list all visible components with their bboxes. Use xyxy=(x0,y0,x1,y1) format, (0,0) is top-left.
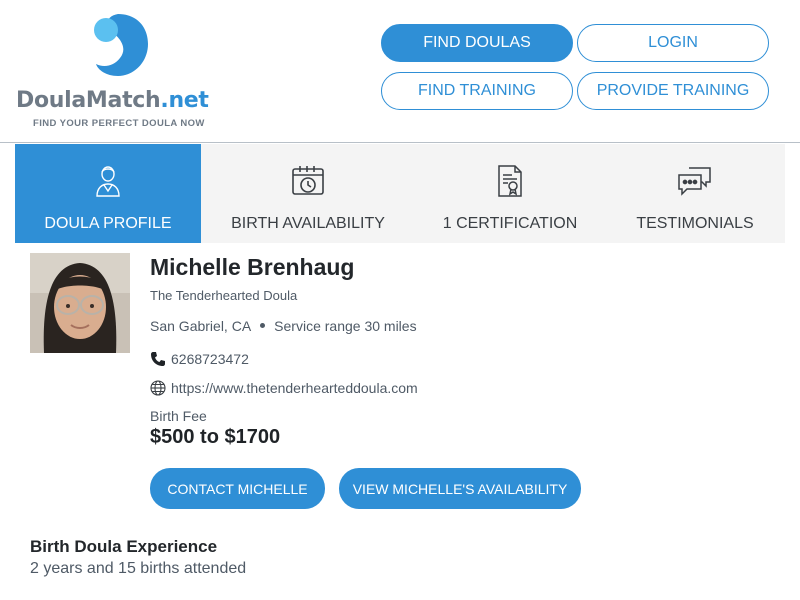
phone-icon xyxy=(150,351,166,367)
site-header: DoulaMatch.net FIND YOUR PERFECT DOULA N… xyxy=(0,0,800,143)
tab-doula-profile[interactable]: DOULA PROFILE xyxy=(15,144,201,243)
service-range-text: Service range 30 miles xyxy=(274,318,417,334)
contact-button[interactable]: CONTACT MICHELLE xyxy=(150,468,325,509)
phone-row[interactable]: 6268723472 xyxy=(150,351,249,367)
provide-training-button[interactable]: PROVIDE TRAINING xyxy=(577,72,769,110)
find-training-button[interactable]: FIND TRAINING xyxy=(381,72,573,110)
business-name: The Tenderhearted Doula xyxy=(150,288,298,303)
logo-tagline: FIND YOUR PERFECT DOULA NOW xyxy=(33,118,205,129)
chat-bubbles-icon xyxy=(677,163,713,199)
tab-label: BIRTH AVAILABILITY xyxy=(231,215,385,232)
view-availability-button[interactable]: VIEW MICHELLE'S AVAILABILITY xyxy=(339,468,581,509)
tab-label: 1 CERTIFICATION xyxy=(442,215,578,232)
experience-heading: Birth Doula Experience xyxy=(30,537,218,556)
globe-icon xyxy=(150,380,166,396)
tab-certification[interactable]: 1 CERTIFICATION xyxy=(415,144,605,243)
location-text: San Gabriel, CA xyxy=(150,318,252,334)
location-line: San Gabriel, CA Service range 30 miles xyxy=(150,318,417,334)
logo-mark-icon xyxy=(94,14,148,76)
website-link[interactable]: https://www.thetenderhearteddoula.com xyxy=(171,380,418,396)
logo-wordmark: DoulaMatch.net xyxy=(16,88,209,113)
site-logo[interactable]: DoulaMatch.net FIND YOUR PERFECT DOULA N… xyxy=(16,10,216,135)
experience-text: 2 years and 15 births attended xyxy=(30,560,247,577)
profile-tabs: DOULA PROFILE BIRTH AVAILABILITY 1 CERTI… xyxy=(15,144,785,243)
tab-label: DOULA PROFILE xyxy=(44,215,172,232)
find-doulas-button[interactable]: FIND DOULAS xyxy=(381,24,573,62)
profile-photo xyxy=(30,253,130,353)
tab-birth-availability[interactable]: BIRTH AVAILABILITY xyxy=(201,144,415,243)
login-button[interactable]: LOGIN xyxy=(577,24,769,62)
website-row[interactable]: https://www.thetenderhearteddoula.com xyxy=(150,380,418,396)
birth-fee-label: Birth Fee xyxy=(150,408,207,424)
phone-number[interactable]: 6268723472 xyxy=(171,351,249,367)
tab-label: TESTIMONIALS xyxy=(636,215,754,232)
calendar-clock-icon xyxy=(290,163,326,199)
doula-name: Michelle Brenhaug xyxy=(150,254,355,280)
tab-testimonials[interactable]: TESTIMONIALS xyxy=(605,144,785,243)
doula-person-icon xyxy=(90,163,126,199)
certificate-icon xyxy=(492,163,528,199)
separator-dot xyxy=(260,322,266,328)
birth-fee-value: $500 to $1700 xyxy=(150,426,281,448)
